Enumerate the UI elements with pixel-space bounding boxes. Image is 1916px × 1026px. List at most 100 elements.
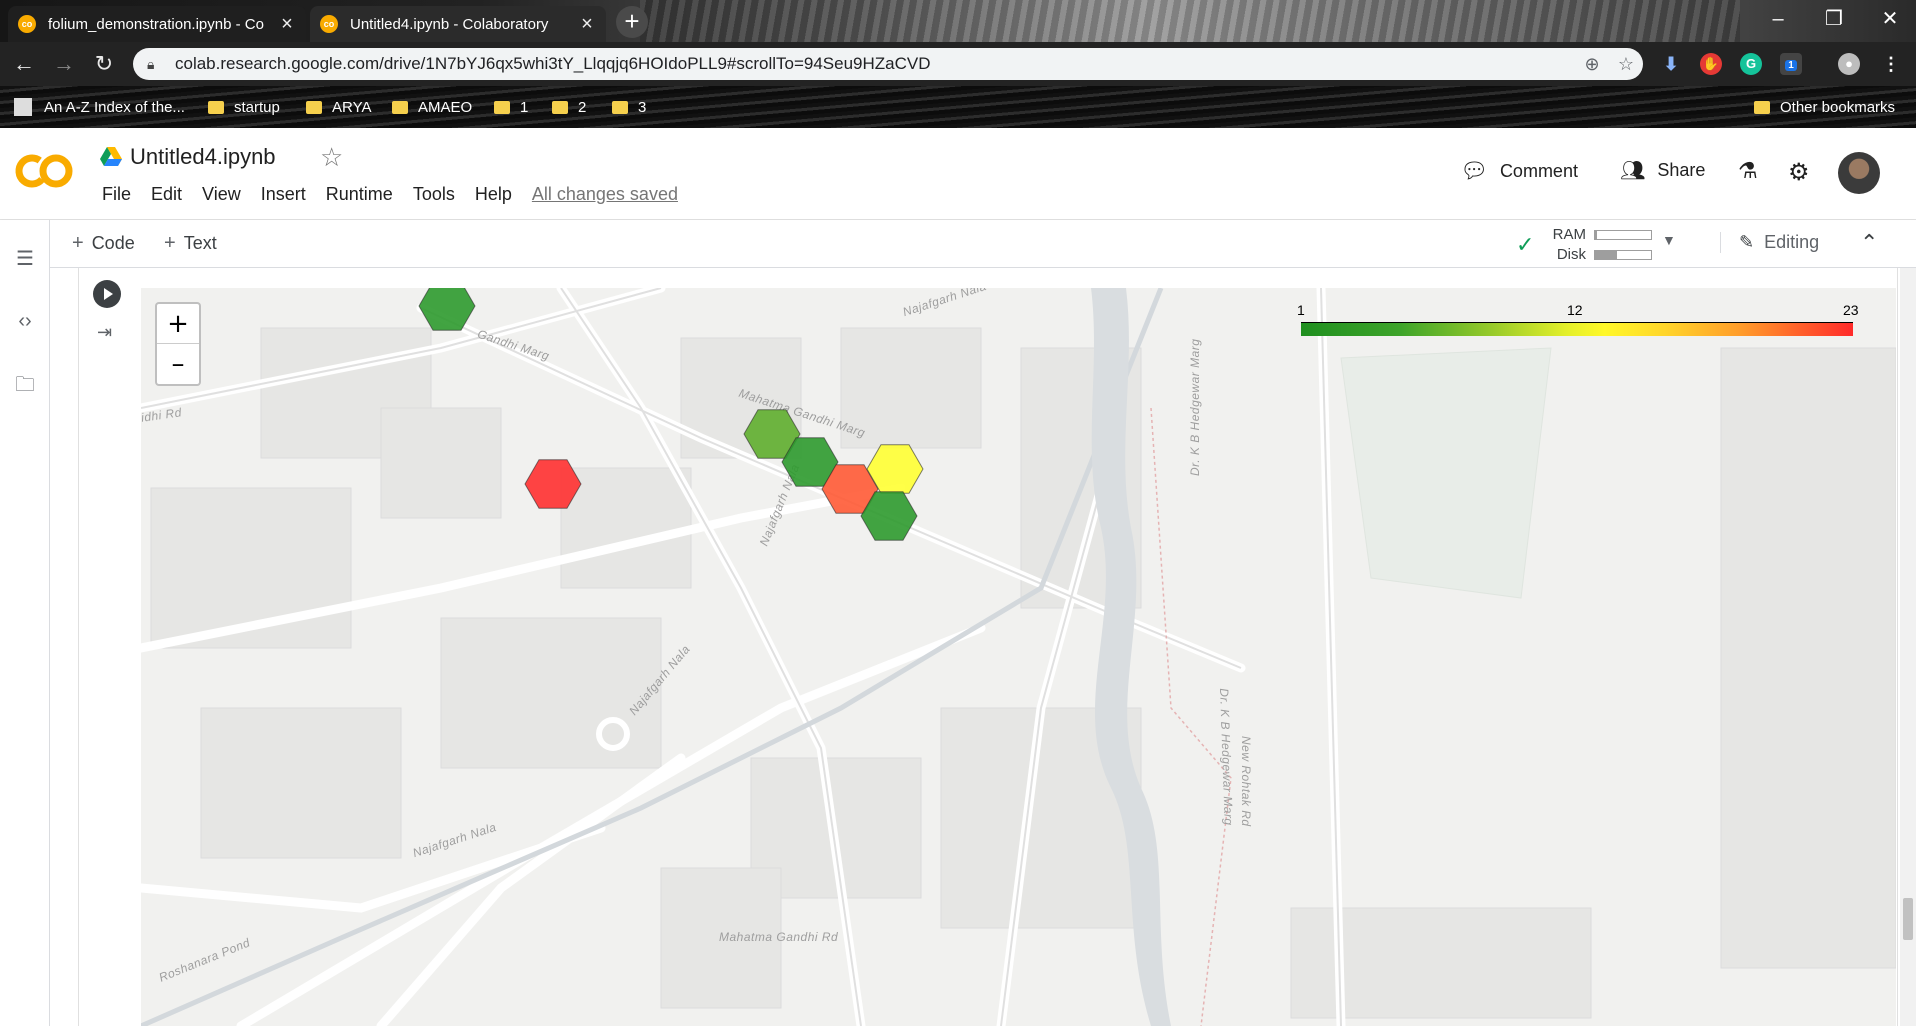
bookmark-label: ARYA: [332, 98, 372, 116]
zoom-in-button[interactable]: +: [157, 304, 199, 344]
folder-icon: [392, 100, 408, 114]
left-sidebar: ☰ ‹› 🗀︎: [0, 220, 50, 1026]
folder-icon: [208, 100, 224, 114]
scrollbar-thumb[interactable]: [1903, 898, 1913, 940]
menu-runtime[interactable]: Runtime: [326, 184, 393, 205]
reload-icon[interactable]: ↻: [90, 50, 118, 78]
collapse-header-icon[interactable]: ⌃: [1860, 230, 1878, 256]
restore-window-icon[interactable]: ❐: [1806, 0, 1862, 38]
notebook-title-text[interactable]: Untitled4.ipynb: [130, 144, 276, 170]
add-text-label: Text: [183, 233, 217, 253]
bookmark-label: An A-Z Index of the...: [44, 98, 185, 116]
save-status[interactable]: All changes saved: [532, 184, 678, 205]
connected-check-icon: ✓: [1516, 232, 1535, 257]
theme-background: [640, 0, 1740, 42]
add-text-cell-button[interactable]: + Text: [164, 232, 217, 255]
zoom-out-button[interactable]: –: [157, 344, 199, 384]
user-avatar[interactable]: [1838, 152, 1880, 194]
bookmark-star-icon[interactable]: ☆: [1609, 54, 1643, 75]
bookmark-folder[interactable]: 3: [612, 96, 646, 118]
google-drive-icon: [100, 147, 122, 166]
back-arrow-icon[interactable]: ←: [10, 50, 38, 78]
forward-arrow-icon[interactable]: →: [50, 50, 78, 78]
editing-mode-button[interactable]: ✎ Editing: [1720, 232, 1819, 253]
output-actions-icon[interactable]: ⇥: [97, 322, 121, 346]
adblock-extension-icon[interactable]: ✋: [1700, 53, 1722, 75]
share-button[interactable]: 👥︎ Share: [1620, 158, 1705, 183]
menu-view[interactable]: View: [202, 184, 241, 205]
chevron-down-icon[interactable]: ▼: [1662, 232, 1676, 248]
browser-tab-untitled4[interactable]: co Untitled4.ipynb - Colaboratory ×: [310, 6, 606, 42]
disk-label: Disk: [1556, 246, 1586, 263]
runtime-resources[interactable]: ✓ RAM Disk ▼: [1512, 224, 1680, 264]
extension-badge: 1: [1785, 60, 1797, 71]
menu-file[interactable]: File: [102, 184, 131, 205]
hexbin-cell[interactable]: [524, 459, 582, 509]
bookmark-folder[interactable]: startup: [208, 96, 280, 118]
url-text[interactable]: colab.research.google.com/drive/1N7bYJ6q…: [175, 54, 1575, 74]
new-tab-button[interactable]: +: [616, 6, 648, 38]
close-tab-icon[interactable]: ×: [578, 14, 596, 34]
disk-usage-fill: [1595, 251, 1618, 259]
menu-edit[interactable]: Edit: [151, 184, 182, 205]
comment-label: Comment: [1499, 160, 1578, 181]
hexbin-layer: [418, 288, 924, 541]
folium-map[interactable]: Najafgarh Nala Gandhi Marg Mahatma Gandh…: [141, 288, 1896, 1026]
lock-icon: 🔒︎: [147, 55, 155, 72]
download-extension-icon[interactable]: ⬇: [1660, 53, 1682, 75]
bookmark-folder[interactable]: 2: [552, 96, 586, 118]
browser-toolbar: ← → ↻ 🔒︎ colab.research.google.com/drive…: [0, 42, 1916, 86]
ram-usage-bar: [1594, 230, 1652, 240]
comment-button[interactable]: 💬︎ Comment: [1460, 158, 1578, 184]
close-tab-icon[interactable]: ×: [278, 14, 296, 34]
bookmarks-bar: An A-Z Index of the... startup ARYA AMAE…: [0, 86, 1916, 128]
ram-label: RAM: [1552, 226, 1586, 243]
chrome-menu-icon[interactable]: ⋮: [1880, 53, 1902, 75]
hexbin-cell[interactable]: [418, 288, 476, 331]
minimize-window-icon[interactable]: –: [1750, 0, 1806, 38]
bookmark-label: Other bookmarks: [1780, 98, 1896, 116]
menu-tools[interactable]: Tools: [413, 184, 455, 205]
bookmark-folder[interactable]: 1: [494, 96, 528, 118]
flask-icon[interactable]: ⚗︎: [1738, 158, 1758, 184]
folder-icon: [1754, 100, 1770, 114]
colab-logo-icon[interactable]: [14, 150, 74, 192]
share-label: Share: [1657, 160, 1706, 180]
run-cell-button[interactable]: [93, 280, 121, 308]
bookmark-item[interactable]: An A-Z Index of the...: [14, 96, 185, 118]
bookmark-label: startup: [234, 98, 280, 116]
bookmark-label: 1: [520, 98, 529, 116]
close-window-icon[interactable]: ✕: [1862, 0, 1916, 38]
plus-icon: +: [72, 232, 84, 254]
folder-icon: [612, 100, 628, 114]
bookmark-folder[interactable]: AMAEO: [392, 96, 472, 118]
files-folder-icon[interactable]: 🗀︎: [12, 372, 38, 398]
profile-icon[interactable]: ●: [1838, 53, 1860, 75]
grammarly-extension-icon[interactable]: G: [1740, 53, 1762, 75]
star-notebook-icon[interactable]: ☆: [320, 142, 343, 173]
add-code-cell-button[interactable]: + Code: [72, 232, 135, 255]
browser-tab-strip: co folium_demonstration.ipynb - Co × co …: [0, 0, 1916, 42]
table-of-contents-icon[interactable]: ☰: [12, 246, 38, 272]
tab-title: folium_demonstration.ipynb - Co: [48, 15, 264, 33]
settings-gear-icon[interactable]: ⚙︎: [1788, 158, 1810, 187]
legend-max: 23: [1843, 302, 1859, 318]
zoom-icon[interactable]: ⊕: [1575, 54, 1609, 75]
page-icon: [14, 98, 32, 116]
notebook-title[interactable]: Untitled4.ipynb: [100, 144, 276, 170]
browser-tab-folium[interactable]: co folium_demonstration.ipynb - Co ×: [8, 6, 306, 42]
page-scrollbar[interactable]: [1900, 268, 1916, 1026]
menu-insert[interactable]: Insert: [261, 184, 306, 205]
other-bookmarks-folder[interactable]: Other bookmarks: [1754, 96, 1895, 118]
bookmark-folder[interactable]: ARYA: [306, 96, 371, 118]
folder-icon: [552, 100, 568, 114]
extension-with-badge-icon[interactable]: 1: [1780, 53, 1802, 75]
notebook-toolbar: + Code + Text ✓ RAM Disk ▼ ✎ Editing ⌃: [0, 220, 1916, 268]
disk-usage-bar: [1594, 250, 1652, 260]
menu-help[interactable]: Help: [475, 184, 512, 205]
pencil-icon: ✎: [1739, 232, 1755, 252]
add-code-label: Code: [91, 233, 135, 253]
zoom-control: + –: [155, 302, 201, 386]
code-snippets-icon[interactable]: ‹›: [12, 308, 38, 334]
address-bar[interactable]: 🔒︎ colab.research.google.com/drive/1N7bY…: [133, 48, 1643, 80]
